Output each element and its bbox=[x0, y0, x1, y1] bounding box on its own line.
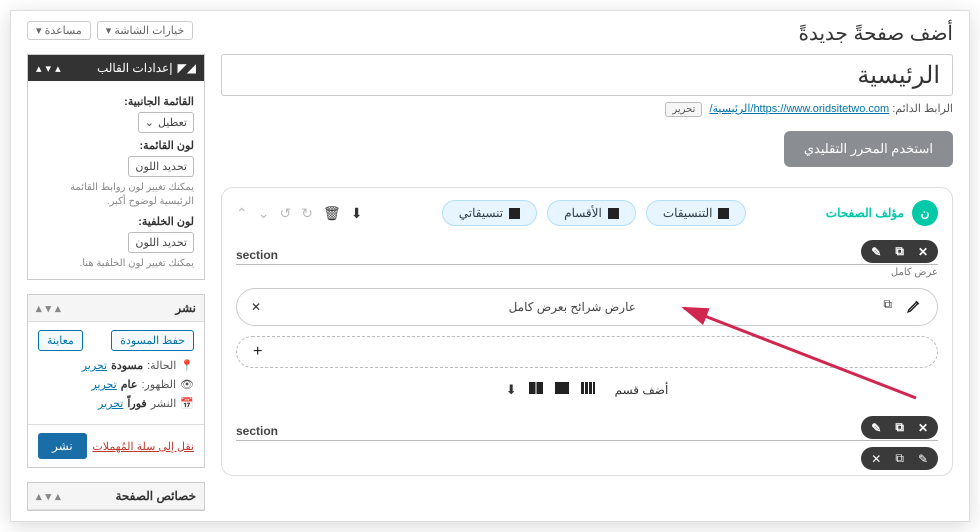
section-caption: عرض كامل bbox=[236, 267, 938, 278]
grid-icon bbox=[608, 208, 619, 219]
bg-color-button[interactable]: تحديد اللون bbox=[128, 232, 194, 253]
permalink-edit-button[interactable]: تحرير bbox=[665, 102, 702, 117]
element-edit-icon[interactable] bbox=[906, 297, 923, 317]
panel-down-icon[interactable]: ▾ bbox=[46, 302, 52, 315]
theme-settings-header[interactable]: ◢◤إعدادات القالب ▴▾▴ bbox=[28, 55, 204, 81]
move-to-trash-link[interactable]: نقل إلى سلة المُهملات bbox=[92, 440, 194, 453]
builder-pill-sections[interactable]: الأقسام bbox=[547, 200, 636, 226]
slider-element-row[interactable]: ⧉ عارض شرائح بعرض كامل ✕ bbox=[236, 288, 938, 326]
section-action-badge: ✎ ⧉ ✕ bbox=[861, 240, 938, 263]
permalink-row: الرابط الدائم: https://www.oridsitetwo.c… bbox=[221, 102, 953, 117]
eye-icon: 👁 bbox=[180, 378, 194, 391]
status-edit-link[interactable]: تحرير bbox=[82, 359, 107, 372]
publish-panel: نشر ▴▾▴ حفظ المسودة معاينة 📍 الحالة: مسو… bbox=[27, 294, 205, 468]
theme-icon: ◢◤ bbox=[178, 61, 196, 75]
publish-button[interactable]: نشر bbox=[38, 433, 87, 459]
help-button[interactable]: مساعدة ▾ bbox=[27, 21, 91, 40]
section-close-icon[interactable]: ✕ bbox=[918, 421, 928, 435]
permalink-base-url[interactable]: https://www.oridsitetwo.com bbox=[753, 103, 889, 115]
panel-down-icon[interactable]: ▾ bbox=[46, 490, 52, 503]
undo-icon[interactable]: ↺ bbox=[279, 205, 291, 222]
grid-icon bbox=[718, 208, 729, 219]
panel-collapse-icon[interactable]: ▴ bbox=[36, 490, 42, 503]
insert-section-label: أضف قسم bbox=[615, 383, 669, 397]
insert-section-row: أضف قسم ⬇ bbox=[236, 382, 938, 398]
panel-down-icon[interactable]: ▾ bbox=[46, 62, 52, 75]
schedule-row: 📅 النشر فوراً تحرير bbox=[38, 397, 194, 410]
visibility-row: 👁 الظهور: عام تحرير bbox=[38, 378, 194, 391]
layout-download-icon[interactable]: ⬇ bbox=[506, 382, 517, 398]
builder-logo-icon: ن bbox=[912, 200, 938, 226]
permalink-label: الرابط الدائم: bbox=[892, 103, 953, 115]
section-close-icon[interactable]: ✕ bbox=[918, 245, 928, 259]
section-action-badge: ✎ ⧉ ✕ bbox=[861, 447, 938, 470]
visibility-edit-link[interactable]: تحرير bbox=[91, 378, 116, 391]
page-title-input[interactable] bbox=[221, 54, 953, 96]
save-draft-button[interactable]: حفظ المسودة bbox=[111, 330, 194, 351]
builder-brand: ن مؤلف الصفحات bbox=[826, 200, 938, 226]
section-copy-icon[interactable]: ⧉ bbox=[895, 420, 904, 435]
calendar-icon: 📅 bbox=[180, 397, 194, 410]
builder-pill-formats[interactable]: التنسيقات bbox=[646, 200, 747, 226]
screen-options-button[interactable]: خيارات الشاشة ▾ bbox=[97, 21, 194, 40]
section-copy-icon[interactable]: ⧉ bbox=[895, 451, 904, 466]
chevron-down-icon[interactable]: ⌄ bbox=[258, 205, 270, 222]
menu-color-help: يمكنك تغيير لون روابط القائمة الرئيسية ل… bbox=[38, 181, 194, 209]
status-row: 📍 الحالة: مسودة تحرير bbox=[38, 359, 194, 372]
page-title: أضف صفحةً جديدةً bbox=[799, 21, 954, 46]
chevron-down-icon: ⌄ bbox=[145, 116, 154, 129]
layout-4col-icon[interactable] bbox=[581, 382, 595, 394]
panel-up-icon[interactable]: ▴ bbox=[55, 302, 61, 315]
publish-header[interactable]: نشر ▴▾▴ bbox=[28, 295, 204, 322]
panel-up-icon[interactable]: ▴ bbox=[55, 62, 61, 75]
section-edit-icon[interactable]: ✎ bbox=[918, 452, 928, 466]
element-copy-icon[interactable]: ⧉ bbox=[883, 297, 892, 317]
page-attributes-panel: خصائص الصفحة ▴▾▴ bbox=[27, 482, 205, 511]
preview-button[interactable]: معاينة bbox=[38, 330, 83, 351]
menu-color-button[interactable]: تحديد اللون bbox=[128, 156, 194, 177]
bg-color-help: يمكنك تغيير لون الخلفية هنا. bbox=[38, 257, 194, 271]
sidebar-menu-label: القائمة الجانبية: bbox=[38, 95, 194, 108]
schedule-edit-link[interactable]: تحرير bbox=[98, 397, 123, 410]
chevron-up-icon[interactable]: ⌃ bbox=[236, 205, 248, 222]
layout-1col-icon[interactable] bbox=[555, 382, 569, 394]
download-icon bbox=[509, 208, 520, 219]
plus-icon[interactable]: + bbox=[243, 343, 272, 360]
element-close-icon[interactable]: ✕ bbox=[251, 300, 261, 314]
pin-icon: 📍 bbox=[180, 359, 194, 372]
download-icon[interactable]: ⬇ bbox=[351, 205, 363, 222]
permalink-slug[interactable]: /الرئيسية/ bbox=[709, 103, 753, 115]
redo-icon[interactable]: ↻ bbox=[301, 205, 313, 222]
section-copy-icon[interactable]: ⧉ bbox=[895, 244, 904, 259]
panel-up-icon[interactable]: ▴ bbox=[55, 490, 61, 503]
page-attributes-header[interactable]: خصائص الصفحة ▴▾▴ bbox=[28, 483, 204, 510]
menu-color-label: لون القائمة: bbox=[38, 139, 194, 152]
page-builder-card: ن مؤلف الصفحات التنسيقات الأقسام تنسيقات… bbox=[221, 187, 953, 476]
sidebar-menu-select[interactable]: تعطيل ⌄ bbox=[138, 112, 194, 133]
section-close-icon[interactable]: ✕ bbox=[871, 452, 881, 466]
layout-2col-icon[interactable] bbox=[529, 382, 543, 394]
builder-brand-label: مؤلف الصفحات bbox=[826, 206, 904, 220]
trash-icon[interactable]: 🗑 bbox=[323, 205, 341, 222]
section-heading: section ✎ ⧉ ✕ bbox=[236, 424, 938, 441]
bg-color-label: لون الخلفية: bbox=[38, 215, 194, 228]
section-heading: section ✎ ⧉ ✕ bbox=[236, 248, 938, 265]
panel-collapse-icon[interactable]: ▴ bbox=[36, 62, 42, 75]
theme-settings-panel: ◢◤إعدادات القالب ▴▾▴ القائمة الجانبية: ت… bbox=[27, 54, 205, 280]
slider-row-label: عارض شرائح بعرض كامل bbox=[261, 300, 883, 314]
use-classic-editor-button[interactable]: استخدم المحرر التقليدي bbox=[784, 131, 953, 167]
section-edit-icon[interactable]: ✎ bbox=[871, 245, 881, 259]
panel-collapse-icon[interactable]: ▴ bbox=[36, 302, 42, 315]
section-action-badge: ✎ ⧉ ✕ bbox=[861, 416, 938, 439]
add-element-row[interactable]: + bbox=[236, 336, 938, 368]
builder-pill-coord[interactable]: تنسيقاتي bbox=[442, 200, 537, 226]
section-edit-icon[interactable]: ✎ bbox=[871, 421, 881, 435]
